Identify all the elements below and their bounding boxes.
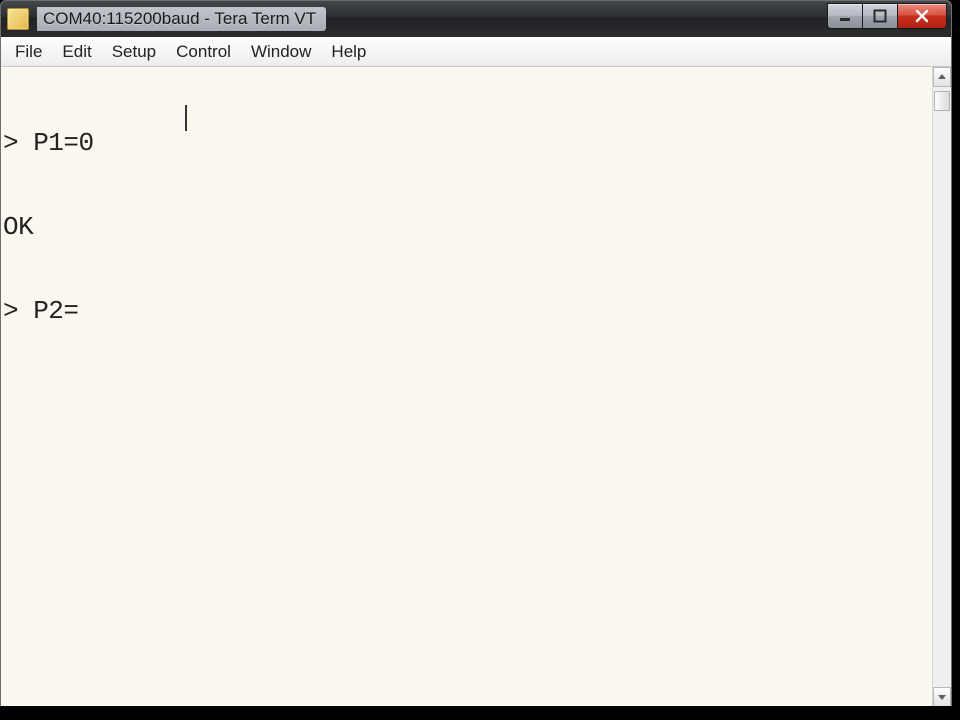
text-cursor-icon [185,105,187,131]
menu-help[interactable]: Help [321,40,376,64]
chevron-up-icon [937,72,947,82]
client-area: > P1=0 OK > P2= [1,67,951,707]
menu-file[interactable]: File [5,40,52,64]
terminal[interactable]: > P1=0 OK > P2= [1,67,932,707]
app-icon [7,8,29,30]
menu-edit[interactable]: Edit [52,40,101,64]
minimize-button[interactable] [827,3,863,29]
scrollbar-track[interactable] [933,87,951,687]
titlebar[interactable]: COM40:115200baud - Tera Term VT [1,1,951,37]
window-title: COM40:115200baud - Tera Term VT [37,7,326,31]
menu-setup[interactable]: Setup [102,40,166,64]
terminal-line: OK [3,213,930,241]
chevron-down-icon [937,692,947,702]
close-icon [914,8,930,24]
maximize-icon [873,9,887,23]
minimize-icon [838,9,852,23]
window-controls [827,3,947,29]
vertical-scrollbar[interactable] [932,67,951,707]
terminal-line: > P1=0 [3,129,930,157]
scroll-up-button[interactable] [933,67,951,87]
close-button[interactable] [898,3,947,29]
menubar: File Edit Setup Control Window Help [1,37,951,67]
maximize-button[interactable] [863,3,898,29]
menu-window[interactable]: Window [241,40,321,64]
letterbox [0,706,960,720]
scroll-down-button[interactable] [933,687,951,707]
scrollbar-thumb[interactable] [934,91,950,111]
terminal-line: > P2= [3,297,930,325]
menu-control[interactable]: Control [166,40,241,64]
application-window: COM40:115200baud - Tera Term VT File Edi… [0,0,952,708]
